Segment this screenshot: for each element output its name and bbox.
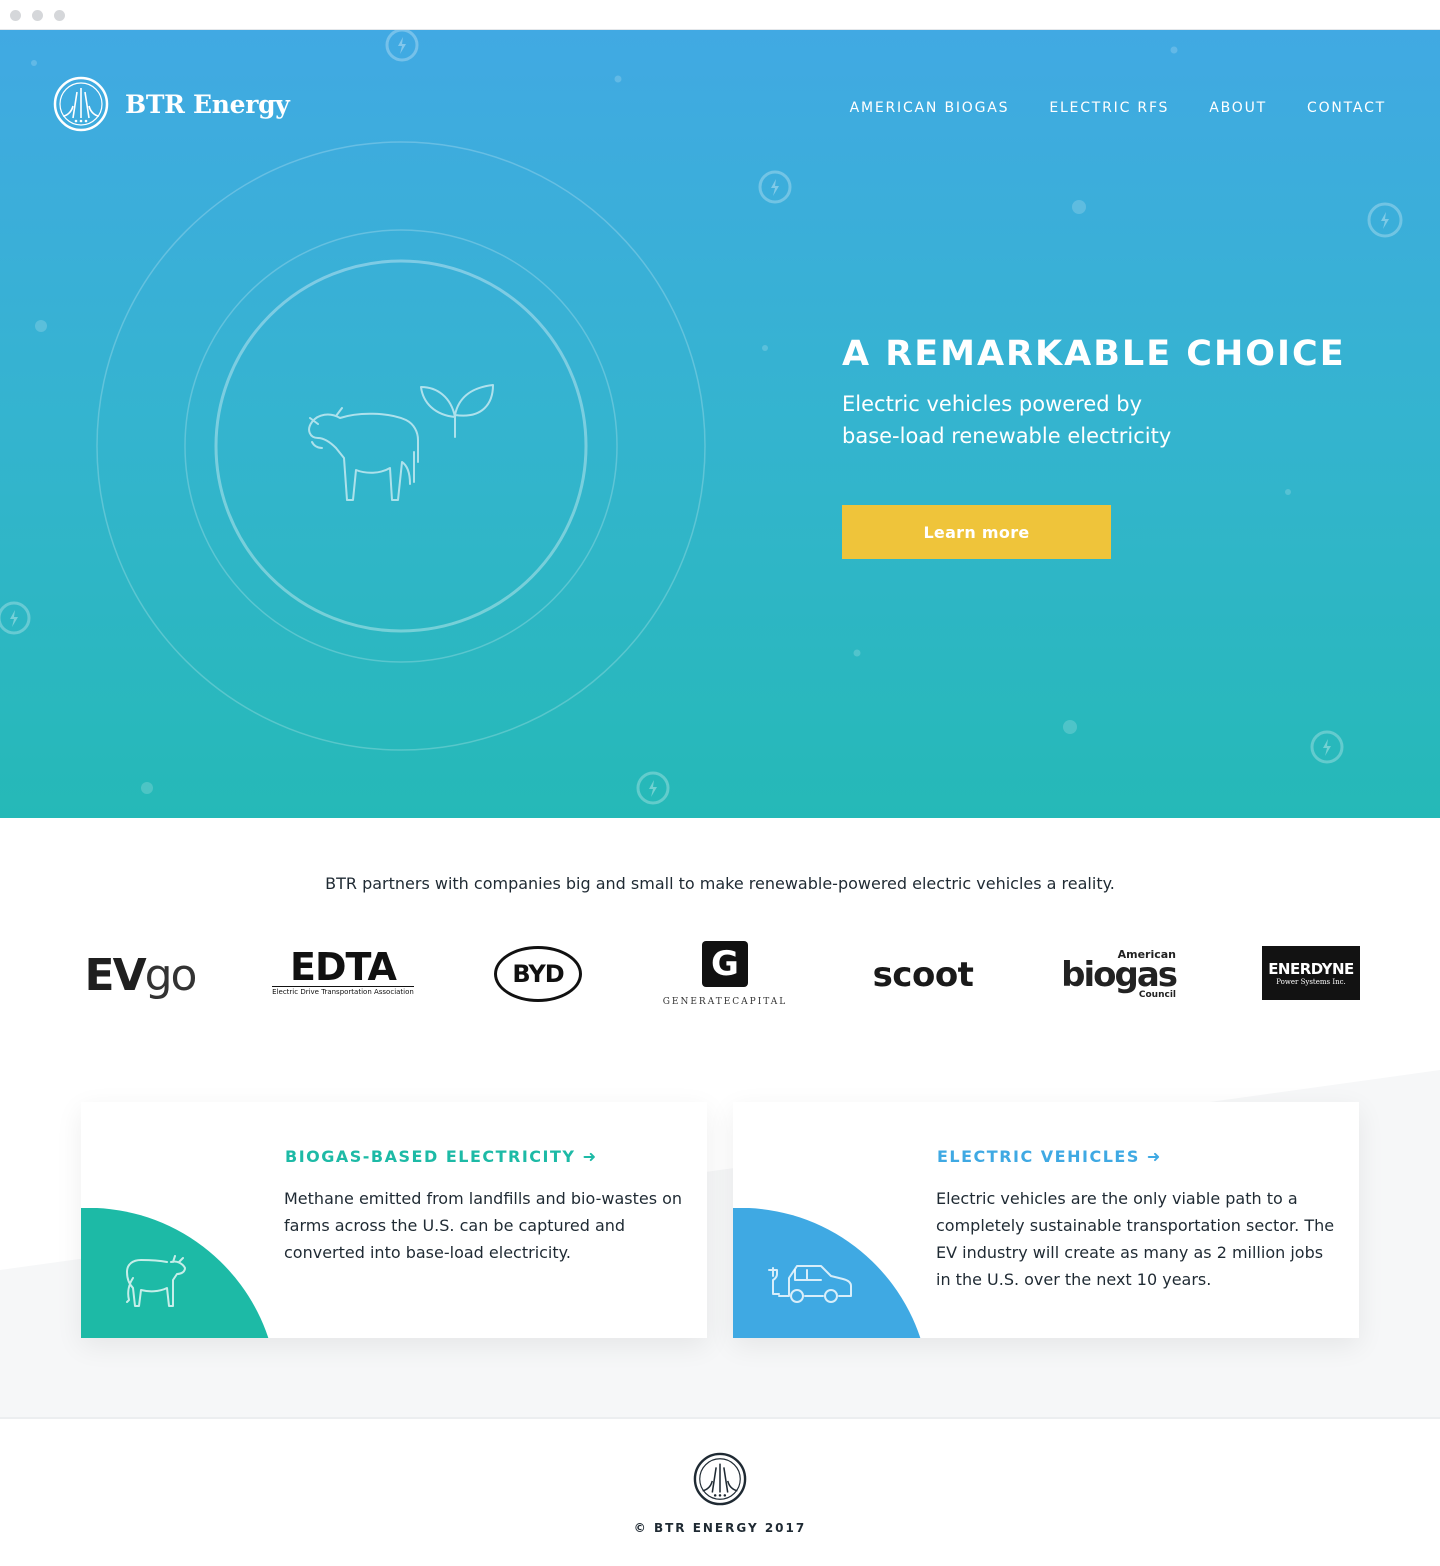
generate-capital-wordmark: GENERATECAPITAL (662, 997, 788, 1007)
brand-name: BTR Energy (125, 89, 290, 119)
browser-chrome (0, 0, 1440, 30)
partners-intro: BTR partners with companies big and smal… (325, 874, 1115, 893)
partner-logos: EV go EDTA Electric Drive Transportation … (0, 930, 1440, 1020)
hero-subtitle-line-2: base-load renewable electricity (842, 424, 1172, 448)
scoot-wordmark: scoot (872, 955, 974, 995)
window-close-dot[interactable] (10, 10, 21, 21)
nav-american-biogas[interactable]: AMERICAN BIOGAS (850, 100, 1010, 116)
main-nav: AMERICAN BIOGAS ELECTRIC RFS ABOUT CONTA… (810, 100, 1386, 116)
btr-logo-icon (53, 76, 109, 132)
nav-contact[interactable]: CONTACT (1307, 100, 1386, 116)
partner-logo-scoot[interactable]: scoot (866, 950, 980, 1000)
nav-electric-rfs[interactable]: ELECTRIC RFS (1049, 100, 1169, 116)
nav-about[interactable]: ABOUT (1209, 100, 1267, 116)
learn-more-button[interactable]: Learn more (842, 505, 1111, 559)
feature-card-biogas[interactable]: BIOGAS-BASED ELECTRICITY ➜ Methane emitt… (81, 1102, 707, 1338)
brand-logo[interactable]: BTR Energy (53, 76, 290, 132)
byd-wordmark: BYD (512, 960, 564, 988)
partner-logo-american-biogas[interactable]: American biogas Council (1061, 946, 1178, 1002)
feature-card-electric-vehicles[interactable]: ELECTRIC VEHICLES ➜ Electric vehicles ar… (733, 1102, 1359, 1338)
partner-logo-evgo[interactable]: EV go (80, 949, 200, 1001)
footer-divider (0, 1417, 1440, 1419)
feature-body-biogas: Methane emitted from landfills and bio-w… (284, 1189, 683, 1262)
cow-icon (308, 407, 419, 501)
edta-tagline: Electric Drive Transportation Associatio… (272, 986, 414, 996)
enerdyne-wordmark: ENERDYNE (1268, 960, 1354, 978)
evgo-ev-text: EV (84, 949, 147, 1001)
hero-subtitle-line-1: Electric vehicles powered by (842, 392, 1143, 416)
cow-icon (126, 1255, 186, 1307)
generate-capital-mark: G (702, 941, 748, 987)
window-minimize-dot[interactable] (32, 10, 43, 21)
energy-rings (96, 141, 706, 751)
footer-copyright: © BTR ENERGY 2017 (633, 1521, 807, 1535)
hero-copy: A REMARKABLE CHOICE Electric vehicles po… (842, 334, 1402, 452)
evgo-go-text: go (144, 949, 198, 1001)
partner-logo-enerdyne[interactable]: ENERDYNE Power Systems Inc. (1262, 946, 1360, 1000)
hero-title: A REMARKABLE CHOICE (842, 334, 1346, 374)
biogas-wordmark: biogas (1061, 954, 1178, 995)
btr-logo-icon[interactable] (693, 1452, 747, 1506)
enerdyne-tagline: Power Systems Inc. (1276, 978, 1346, 986)
biogas-bottom-text: Council (1138, 989, 1176, 1000)
edta-wordmark: EDTA (290, 945, 397, 989)
hero-section: BTR Energy AMERICAN BIOGAS ELECTRIC RFS … (0, 30, 1440, 818)
partner-logo-edta[interactable]: EDTA Electric Drive Transportation Assoc… (272, 944, 414, 1000)
feature-title-electric-vehicles[interactable]: ELECTRIC VEHICLES ➜ (937, 1147, 1162, 1166)
feature-title-biogas[interactable]: BIOGAS-BASED ELECTRICITY ➜ (285, 1147, 597, 1166)
partner-logo-byd[interactable]: BYD (494, 946, 582, 1002)
leaf-icon (420, 384, 494, 438)
window-maximize-dot[interactable] (54, 10, 65, 21)
hero-subtitle: Electric vehicles powered by base-load r… (842, 388, 1262, 452)
feature-body-electric-vehicles: Electric vehicles are the only viable pa… (936, 1189, 1335, 1289)
electric-car-icon (768, 1265, 852, 1303)
partner-logo-generate-capital[interactable]: G GENERATECAPITAL (660, 936, 790, 1012)
